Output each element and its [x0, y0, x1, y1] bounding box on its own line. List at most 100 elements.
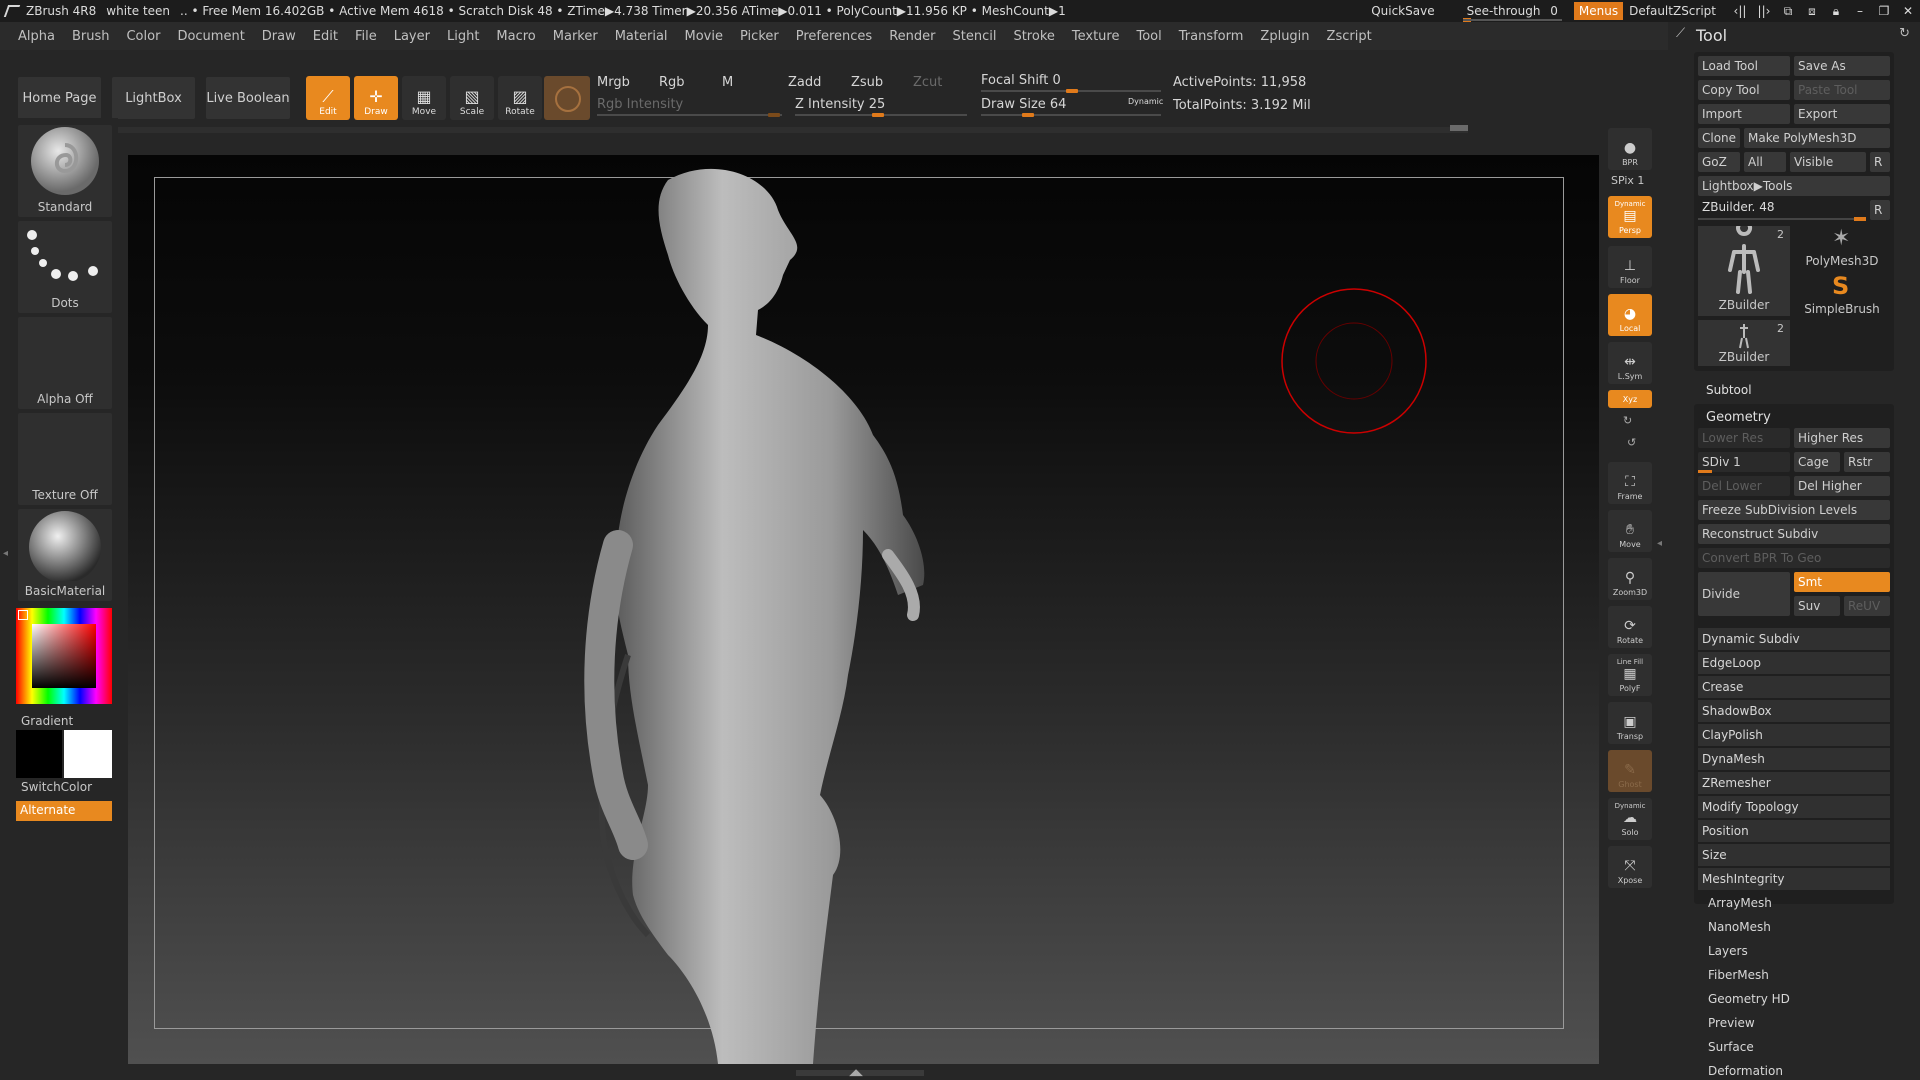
mrgb-button[interactable]: Mrgb	[597, 75, 630, 90]
lightbox-button[interactable]: LightBox	[112, 77, 195, 119]
right-tray-collapse-icon[interactable]: ◂	[1657, 538, 1662, 549]
menu-layer[interactable]: Layer	[394, 29, 430, 44]
gradient-label[interactable]: Gradient	[21, 714, 73, 728]
draw-size-slider[interactable]: Draw Size 64	[981, 97, 1066, 112]
menu-light[interactable]: Light	[447, 29, 479, 44]
minimize-icon[interactable]: –	[1848, 4, 1872, 18]
material-selector[interactable]: BasicMaterial	[18, 509, 112, 601]
fibermesh-section[interactable]: FiberMesh	[1708, 968, 1769, 982]
brush-selector[interactable]: Standard	[18, 125, 112, 217]
menu-alpha[interactable]: Alpha	[18, 29, 55, 44]
dynamic-size-toggle[interactable]: Dynamic	[1128, 97, 1163, 106]
crease-subpalette[interactable]: Crease	[1698, 676, 1890, 698]
goz-r-button[interactable]: R	[1870, 152, 1890, 172]
secondary-color-swatch[interactable]	[64, 730, 112, 778]
dynamesh-subpalette[interactable]: DynaMesh	[1698, 748, 1890, 770]
primary-color-swatch[interactable]	[16, 730, 62, 778]
zbuilder-slider[interactable]: ZBuilder. 48	[1702, 200, 1774, 214]
rotate-mode-button[interactable]: ▨ Rotate	[498, 76, 542, 120]
rgb-intensity-knob[interactable]	[768, 113, 780, 117]
maximize-icon[interactable]: ❐	[1872, 4, 1896, 18]
layers-section[interactable]: Layers	[1708, 944, 1748, 958]
size-subpalette[interactable]: Size	[1698, 844, 1890, 866]
menu-tool[interactable]: Tool	[1136, 29, 1161, 44]
rgb-button[interactable]: Rgb	[659, 75, 685, 90]
del-higher-button[interactable]: Del Higher	[1794, 476, 1890, 496]
move-view-button[interactable]: ✋︎ Move	[1608, 510, 1652, 552]
suv-toggle[interactable]: Suv	[1794, 596, 1840, 616]
reuv-button[interactable]: ReUV	[1844, 596, 1890, 616]
z-intensity-knob[interactable]	[872, 113, 884, 117]
modify-topology-subpalette[interactable]: Modify Topology	[1698, 796, 1890, 818]
lower-res-button[interactable]: Lower Res	[1698, 428, 1790, 448]
bpr-render-button[interactable]: ● BPR	[1608, 128, 1652, 170]
perspective-button[interactable]: Dynamic ▤ Persp	[1608, 196, 1652, 238]
deformation-section[interactable]: Deformation	[1708, 1064, 1783, 1078]
import-button[interactable]: Import	[1698, 104, 1790, 124]
left-tray-collapse-icon[interactable]: ◂	[3, 548, 9, 588]
material-swatch-button[interactable]	[544, 76, 590, 120]
paste-tool-button[interactable]: Paste Tool	[1794, 80, 1890, 100]
menu-color[interactable]: Color	[126, 29, 160, 44]
zbuilder-slider-knob[interactable]	[1854, 217, 1866, 221]
arraymesh-section[interactable]: ArrayMesh	[1708, 896, 1772, 910]
polyframe-button[interactable]: Line Fill ▦ PolyF	[1608, 654, 1652, 696]
menu-zplugin[interactable]: Zplugin	[1260, 29, 1309, 44]
xpose-button[interactable]: ⤧ Xpose	[1608, 846, 1652, 888]
shadowbox-subpalette[interactable]: ShadowBox	[1698, 700, 1890, 722]
layout-prev-icon[interactable]: ‹||	[1728, 4, 1752, 18]
menu-movie[interactable]: Movie	[685, 29, 723, 44]
tool-thumb-simplebrush[interactable]: S SimpleBrush	[1794, 272, 1890, 318]
position-subpalette[interactable]: Position	[1698, 820, 1890, 842]
alpha-selector[interactable]: Alpha Off	[18, 317, 112, 409]
solo-button[interactable]: Dynamic ☁ Solo	[1608, 798, 1652, 840]
sdiv-slider[interactable]: SDiv 1	[1698, 452, 1790, 472]
cage-button[interactable]: Cage	[1794, 452, 1840, 472]
see-through-slider[interactable]: See-through 0	[1462, 4, 1563, 22]
save-as-button[interactable]: Save As	[1794, 56, 1890, 76]
rotate-z-icon[interactable]: ↺	[1627, 436, 1636, 449]
copy-tool-button[interactable]: Copy Tool	[1698, 80, 1790, 100]
smt-toggle[interactable]: Smt	[1794, 572, 1890, 592]
default-zscript-button[interactable]: DefaultZScript	[1629, 4, 1716, 18]
alternate-button[interactable]: Alternate	[16, 801, 112, 821]
menu-marker[interactable]: Marker	[553, 29, 598, 44]
texture-selector[interactable]: Texture Off	[18, 413, 112, 505]
sdiv-slider-knob[interactable]	[1698, 470, 1712, 473]
menu-texture[interactable]: Texture	[1072, 29, 1120, 44]
quicksave-button[interactable]: QuickSave	[1371, 4, 1434, 18]
zremesher-subpalette[interactable]: ZRemesher	[1698, 772, 1890, 794]
shelf-scroll-thumb[interactable]	[1450, 125, 1468, 131]
dynamic-subdiv-subpalette[interactable]: Dynamic Subdiv	[1698, 628, 1890, 650]
tool-thumb-polymesh3d[interactable]: ✶ PolyMesh3D	[1794, 226, 1890, 270]
close-icon[interactable]: ✕	[1896, 4, 1920, 18]
switchcolor-button[interactable]: SwitchColor	[21, 780, 92, 794]
move-mode-button[interactable]: ▦ Move	[402, 76, 446, 120]
preview-section[interactable]: Preview	[1708, 1016, 1755, 1030]
reconstruct-subdiv-button[interactable]: Reconstruct Subdiv	[1698, 524, 1890, 544]
higher-res-button[interactable]: Higher Res	[1794, 428, 1890, 448]
convert-bpr-button[interactable]: Convert BPR To Geo	[1698, 548, 1890, 568]
claypolish-subpalette[interactable]: ClayPolish	[1698, 724, 1890, 746]
edgeloop-subpalette[interactable]: EdgeLoop	[1698, 652, 1890, 674]
m-button[interactable]: M	[722, 75, 733, 90]
ghost-button[interactable]: ✎ Ghost	[1608, 750, 1652, 792]
geometry-section-header[interactable]: Geometry	[1706, 410, 1771, 425]
divide-button[interactable]: Divide	[1698, 572, 1790, 616]
bottom-tray-toggle-icon[interactable]: ◢◣	[846, 1068, 866, 1078]
geometry-hd-section[interactable]: Geometry HD	[1708, 992, 1790, 1006]
clone-button[interactable]: Clone	[1698, 128, 1740, 148]
zadd-button[interactable]: Zadd	[788, 75, 821, 90]
palette-popup-icon[interactable]: ↻	[1899, 26, 1910, 41]
tool-thumb-zbuilder[interactable]: 2 ZBuilder	[1698, 220, 1790, 316]
live-boolean-button[interactable]: Live Boolean	[206, 77, 290, 119]
z-intensity-slider[interactable]: Z Intensity 25	[795, 97, 885, 112]
document-canvas[interactable]	[128, 155, 1599, 1064]
ui-layout-icon[interactable]: ⧈	[1800, 4, 1824, 19]
xyz-button[interactable]: Xyz	[1608, 390, 1652, 408]
lightbox-tools-button[interactable]: Lightbox▶Tools	[1698, 176, 1890, 196]
menu-zscript[interactable]: Zscript	[1327, 29, 1372, 44]
freeze-subdivision-button[interactable]: Freeze SubDivision Levels	[1698, 500, 1890, 520]
menu-transform[interactable]: Transform	[1179, 29, 1244, 44]
zoom3d-button[interactable]: ⚲ Zoom3D	[1608, 558, 1652, 600]
